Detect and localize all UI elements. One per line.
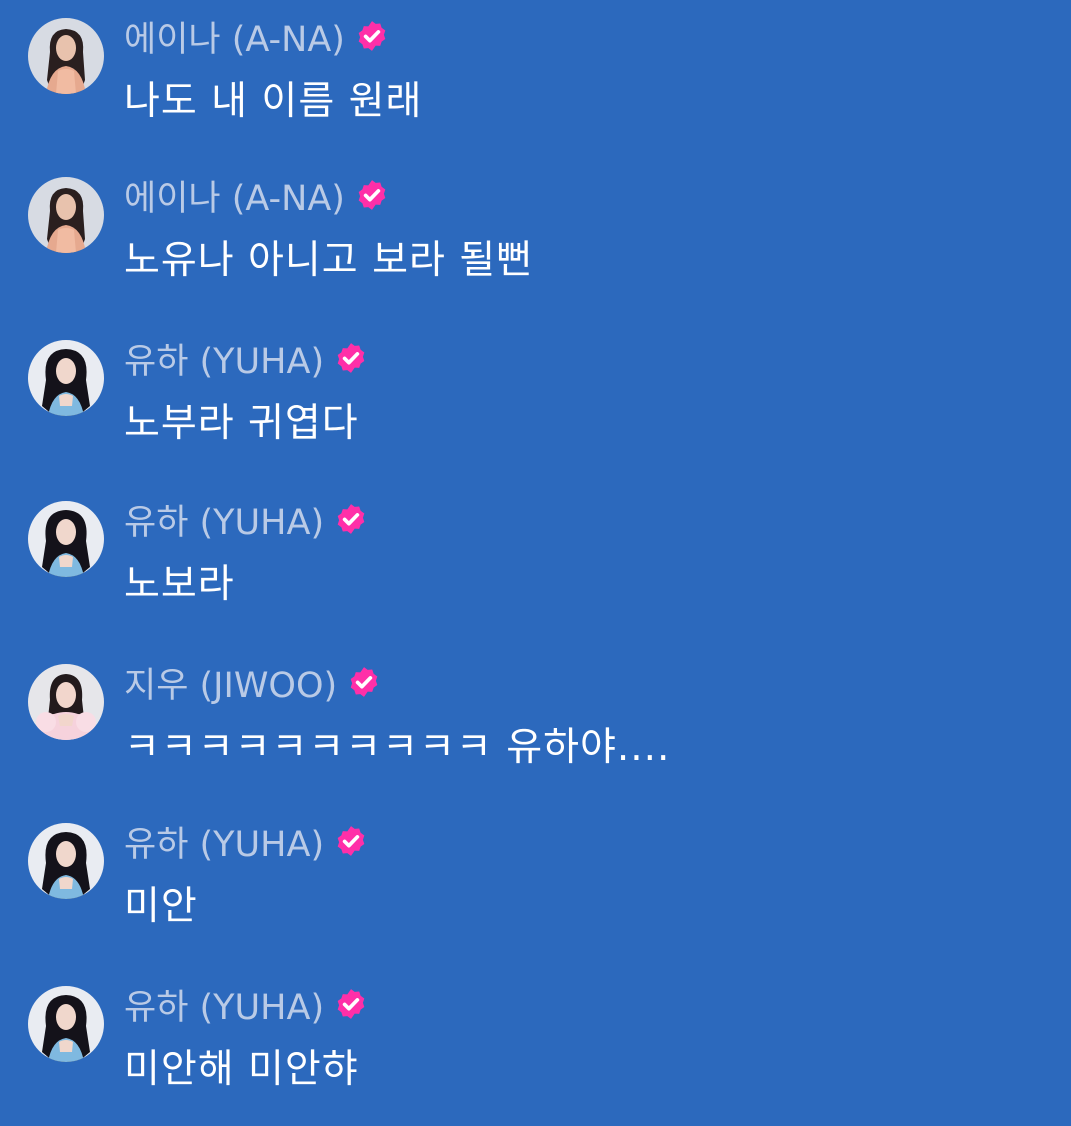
chat-message-list: 에이나 (A-NA) 나도 내 이름 원래 에이나 (A-NA) 노유나 아니고…	[0, 0, 1071, 1106]
chat-message: 유하 (YUHA) 미안	[0, 823, 1071, 963]
verified-badge-icon	[355, 19, 389, 53]
avatar[interactable]	[28, 986, 104, 1062]
message-text: 미안	[124, 884, 198, 929]
avatar[interactable]	[28, 177, 104, 253]
username[interactable]: 지우 (JIWOO)	[124, 657, 337, 708]
message-text: 미안해 미안햐	[124, 1047, 359, 1092]
username[interactable]: 에이나 (A-NA)	[124, 170, 345, 221]
chat-message: 에이나 (A-NA) 노유나 아니고 보라 될뻔	[0, 177, 1071, 317]
avatar[interactable]	[28, 501, 104, 577]
chat-message: 유하 (YUHA) 노부라 귀엽다	[0, 340, 1071, 480]
verified-badge-icon	[334, 341, 368, 375]
avatar[interactable]	[28, 18, 104, 94]
message-text: 노보라	[124, 562, 235, 607]
chat-message: 지우 (JIWOO) ㅋㅋㅋㅋㅋㅋㅋㅋㅋㅋ 유하야....	[0, 664, 1071, 804]
username[interactable]: 유하 (YUHA)	[124, 979, 324, 1030]
username[interactable]: 유하 (YUHA)	[124, 494, 324, 545]
chat-message: 유하 (YUHA) 미안해 미안햐	[0, 986, 1071, 1126]
avatar[interactable]	[28, 823, 104, 899]
message-text: 나도 내 이름 원래	[124, 79, 423, 124]
message-text: 노부라 귀엽다	[124, 401, 359, 446]
avatar[interactable]	[28, 664, 104, 740]
message-text: 노유나 아니고 보라 될뻔	[124, 238, 533, 283]
username[interactable]: 유하 (YUHA)	[124, 333, 324, 384]
verified-badge-icon	[355, 178, 389, 212]
verified-badge-icon	[334, 502, 368, 536]
verified-badge-icon	[334, 824, 368, 858]
message-text: ㅋㅋㅋㅋㅋㅋㅋㅋㅋㅋ 유하야....	[124, 725, 671, 770]
chat-message: 유하 (YUHA) 노보라	[0, 501, 1071, 641]
avatar[interactable]	[28, 340, 104, 416]
verified-badge-icon	[347, 665, 381, 699]
verified-badge-icon	[334, 987, 368, 1021]
username[interactable]: 유하 (YUHA)	[124, 816, 324, 867]
username[interactable]: 에이나 (A-NA)	[124, 11, 345, 62]
chat-message: 에이나 (A-NA) 나도 내 이름 원래	[0, 18, 1071, 158]
